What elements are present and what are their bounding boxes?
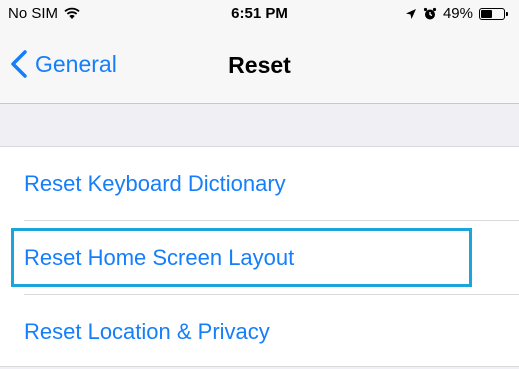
status-right: 49% xyxy=(405,5,508,22)
battery-fill xyxy=(481,9,492,18)
battery-percent: 49% xyxy=(442,5,473,22)
navigation-bar: General Reset xyxy=(0,30,519,104)
section-spacer xyxy=(0,104,519,146)
highlight-box xyxy=(11,228,472,287)
alarm-icon xyxy=(423,7,437,19)
status-bar: No SIM 6:51 PM 49% xyxy=(0,0,519,30)
page-title: Reset xyxy=(228,52,291,78)
reset-location-privacy-row[interactable]: Reset Location & Privacy xyxy=(0,295,519,368)
battery-tip xyxy=(506,11,508,16)
battery-icon xyxy=(479,7,508,20)
reset-keyboard-dictionary-row[interactable]: Reset Keyboard Dictionary xyxy=(0,147,519,220)
reset-keyboard-dictionary-label: Reset Keyboard Dictionary xyxy=(24,170,286,196)
reset-options-group: Reset Keyboard Dictionary Reset Home Scr… xyxy=(0,146,519,367)
reset-location-privacy-label: Reset Location & Privacy xyxy=(24,318,270,344)
location-arrow-icon xyxy=(405,8,416,19)
